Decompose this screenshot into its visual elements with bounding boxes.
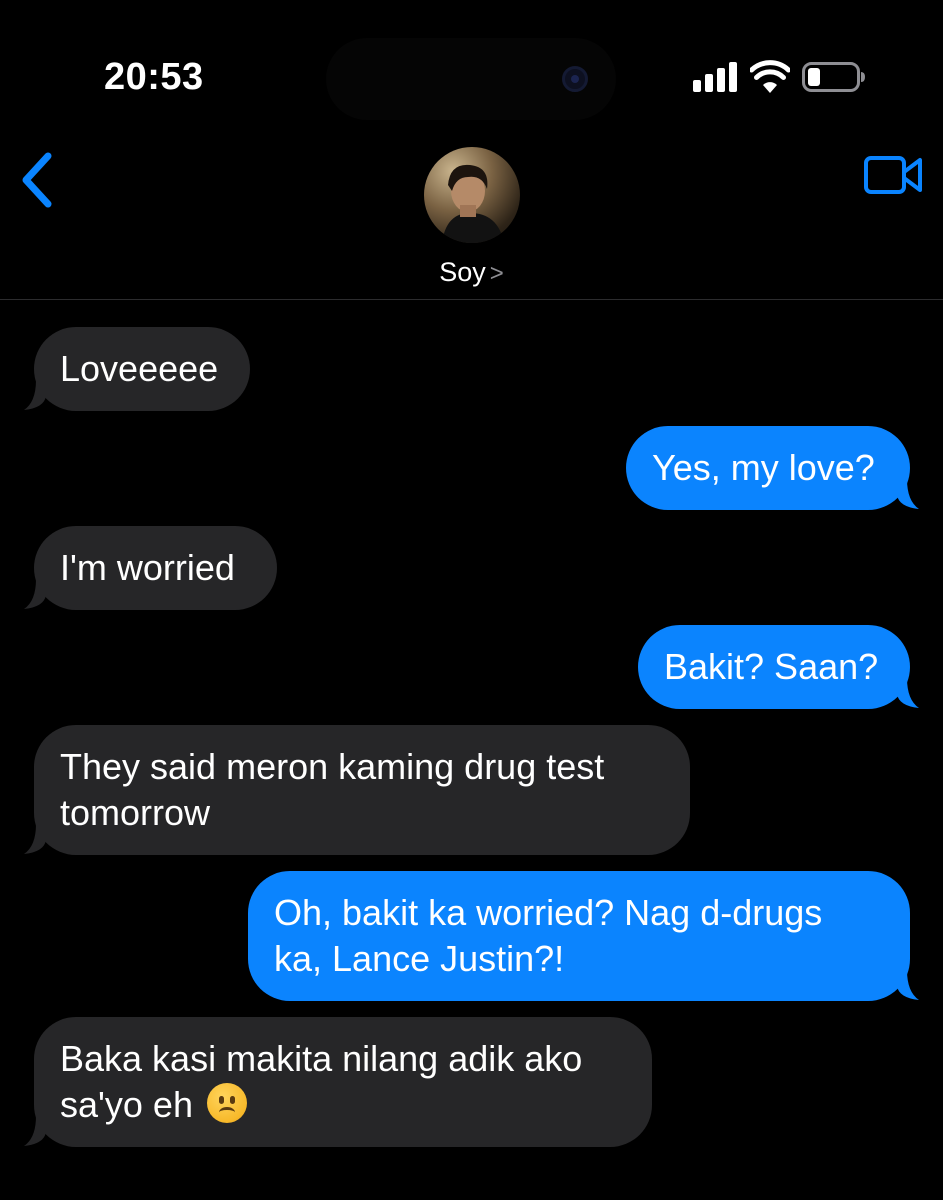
wifi-icon [750,60,790,93]
message-text-line: Baka kasi makita nilang adik ako [60,1038,583,1079]
incoming-message-bubble[interactable]: Loveeeee [34,327,250,411]
incoming-bubble-tail [24,380,46,410]
incoming-bubble-tail [24,824,46,854]
message-text-line-with-emoji: sa'yo eh [60,1082,626,1128]
outgoing-message-bubble[interactable]: Oh, bakit ka worried? Nag d-drugs ka, La… [248,871,910,1001]
frowning-face-emoji-icon [206,1083,247,1123]
outgoing-message-bubble[interactable]: Bakit? Saan? [638,625,910,709]
outgoing-message-bubble[interactable]: Yes, my love? [626,426,910,510]
outgoing-bubble-tail [897,970,919,1000]
message-thread[interactable]: Loveeeee Yes, my love? I'm worried Bakit… [0,300,943,1200]
incoming-bubble-tail [24,1116,46,1146]
outgoing-bubble-tail [897,678,919,708]
dynamic-island [326,38,616,120]
message-text: I'm worried [60,547,235,588]
status-time: 20:53 [104,56,204,98]
message-text-line: They said meron kaming drug test [60,746,605,787]
video-call-icon[interactable] [862,152,924,198]
battery-low-icon [802,62,865,92]
outgoing-bubble-tail [897,479,919,509]
cellular-signal-icon [693,62,739,92]
message-text-line: tomorrow [60,792,211,833]
incoming-message-bubble[interactable]: They said meron kaming drug test tomorro… [34,725,690,855]
back-chevron-icon[interactable] [14,148,64,212]
incoming-message-bubble[interactable]: Baka kasi makita nilang adik ako sa'yo e… [34,1017,652,1147]
message-text-line: Oh, bakit ka worried? Nag d-drugs [274,892,823,933]
message-text: Bakit? Saan? [664,646,879,687]
message-text-line: ka, Lance Justin?! [274,938,565,979]
message-text: Loveeeee [60,348,219,389]
message-text: Yes, my love? [652,447,875,488]
contact-avatar[interactable] [424,147,520,243]
contact-name: Soy [439,257,486,287]
message-text-line: sa'yo eh [60,1084,193,1125]
chevron-right-icon: > [489,260,504,287]
imessage-conversation-screen: 20:53 Soy > Loveeeee Yes, my love? I'm w… [0,0,943,1200]
contact-name-button[interactable]: Soy > [0,257,943,288]
contact-photo [442,164,504,243]
incoming-message-bubble[interactable]: I'm worried [34,526,277,610]
incoming-bubble-tail [24,579,46,609]
front-camera-icon [562,66,588,92]
